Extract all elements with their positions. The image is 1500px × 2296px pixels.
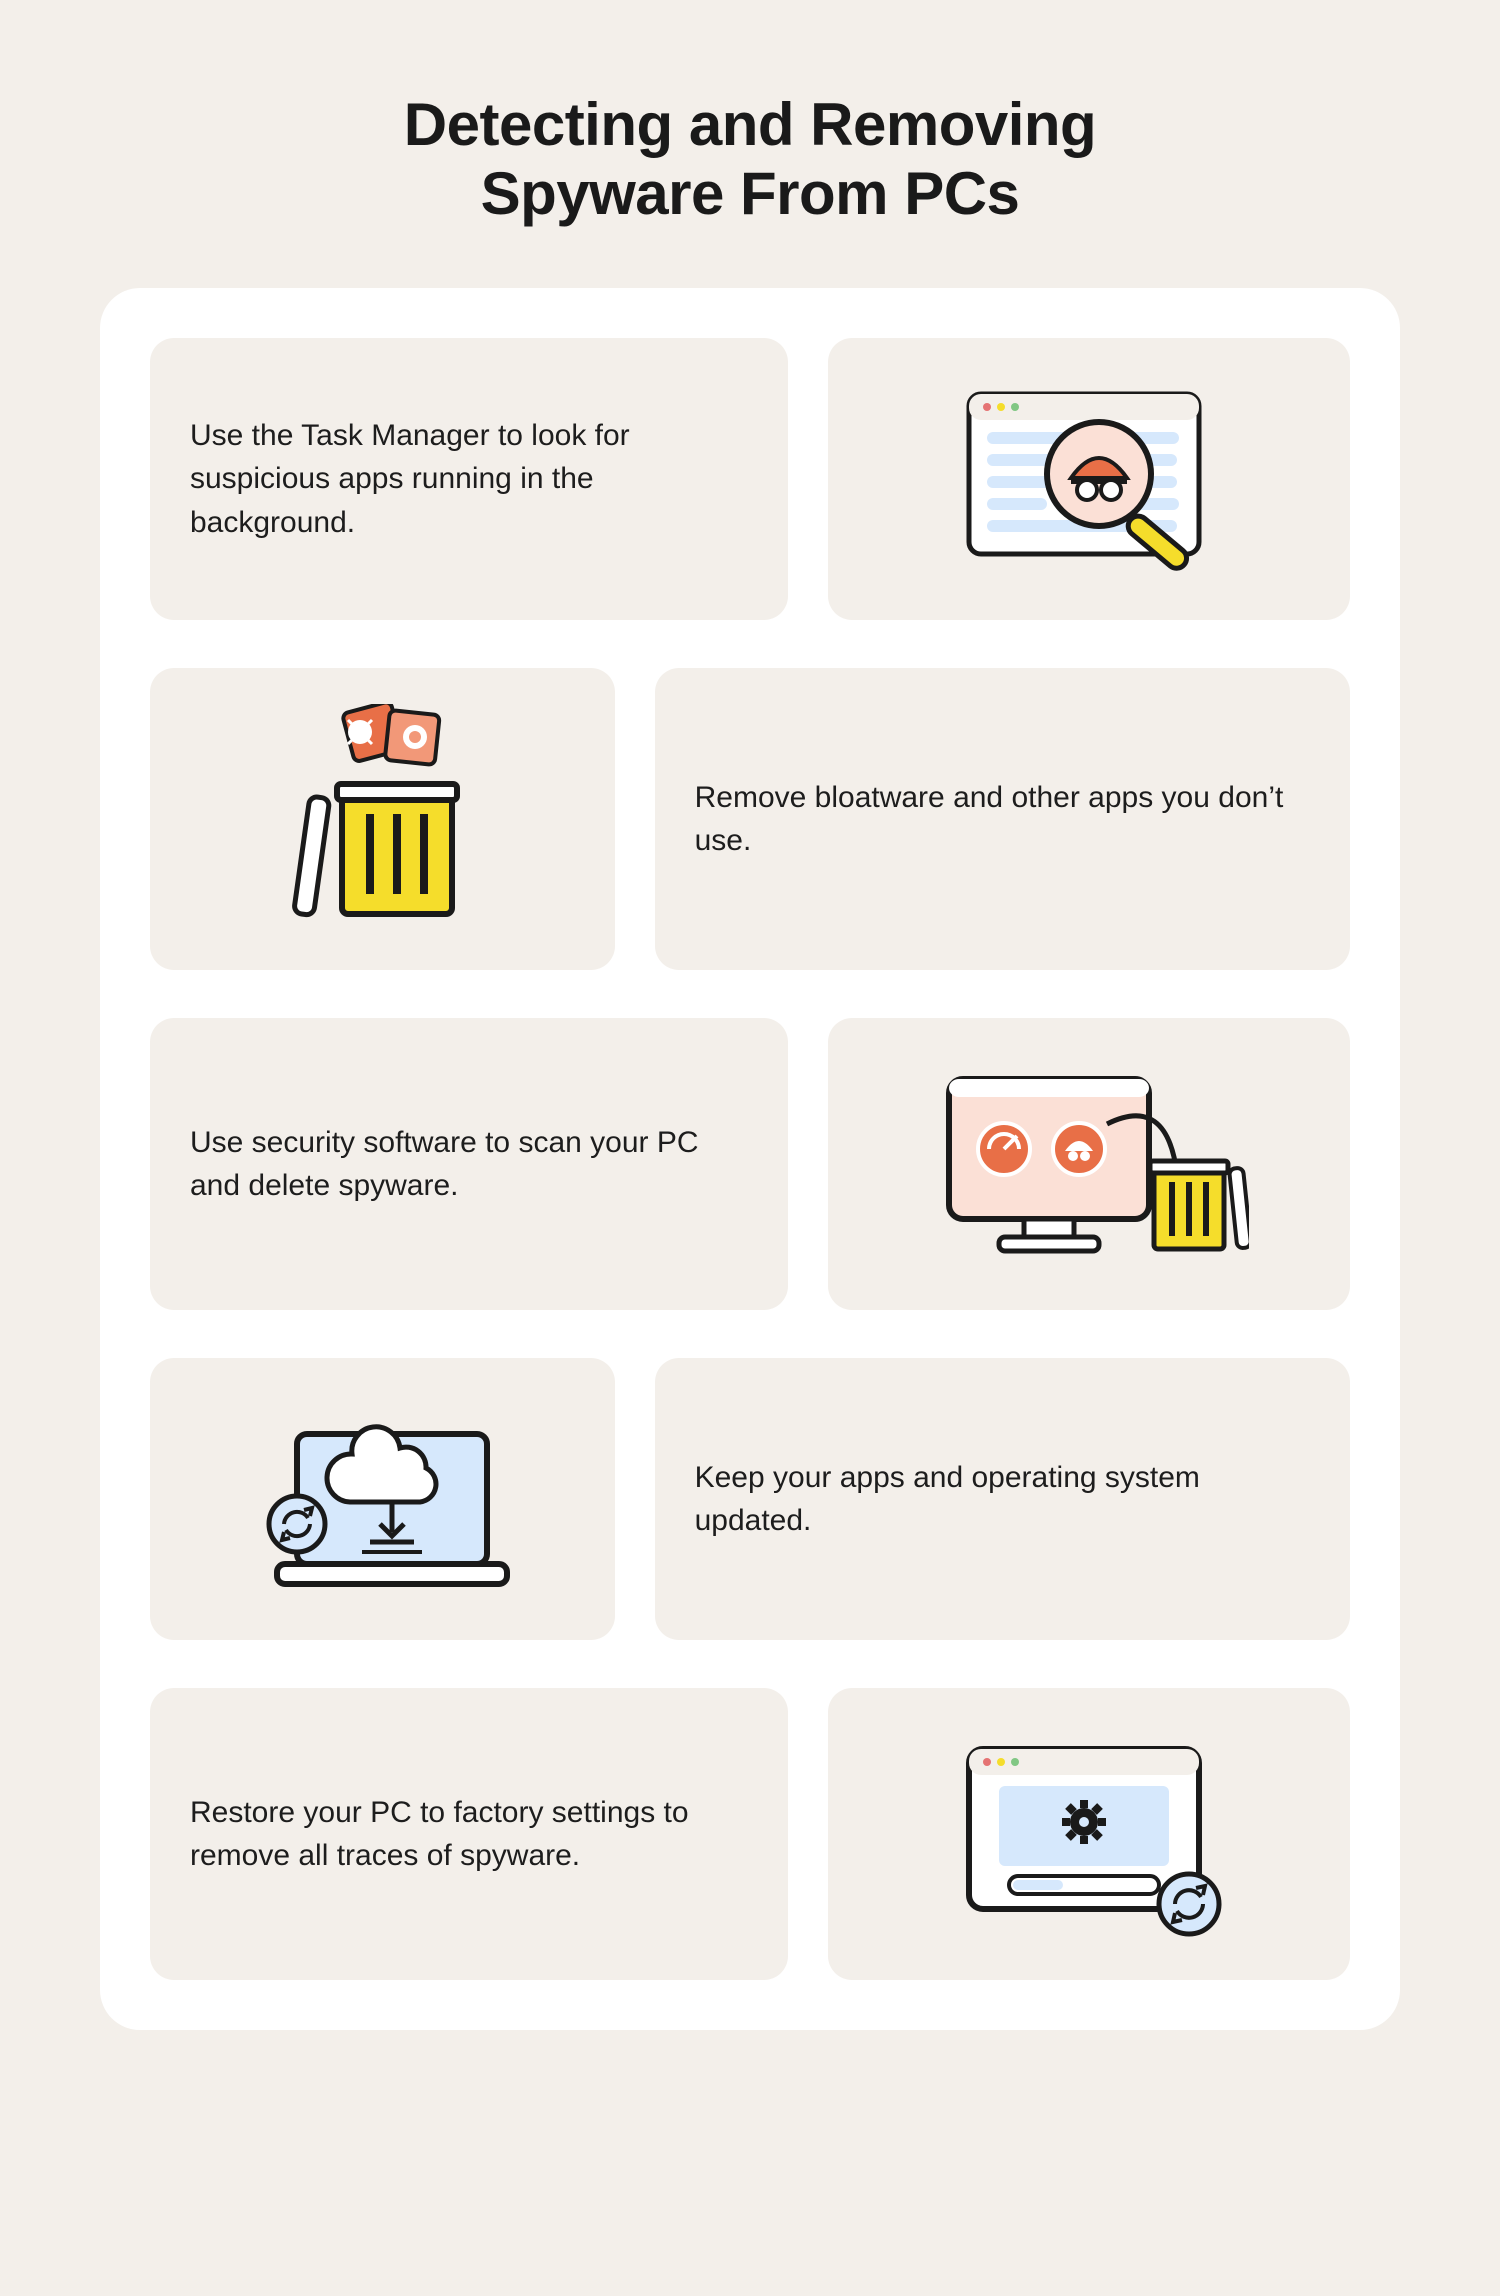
tile-image-security-scan — [828, 1018, 1350, 1310]
row-bloatware: Remove bloatware and other apps you don’… — [150, 668, 1350, 970]
row-update: Keep your apps and operating system upda… — [150, 1358, 1350, 1640]
tile-text-factory-reset: Restore your PC to factory settings to r… — [150, 1688, 788, 1980]
tile-image-task-manager — [828, 338, 1350, 620]
magnifier-spy-icon — [939, 374, 1239, 584]
tile-text-update: Keep your apps and operating system upda… — [655, 1358, 1350, 1640]
tile-text-task-manager: Use the Task Manager to look for suspici… — [150, 338, 788, 620]
tile-image-update — [150, 1358, 615, 1640]
trash-icon — [262, 704, 502, 934]
tip-text: Use the Task Manager to look for suspici… — [190, 414, 748, 545]
tile-image-factory-reset — [828, 1688, 1350, 1980]
tip-text: Restore your PC to factory settings to r… — [190, 1791, 748, 1878]
row-security-scan: Use security software to scan your PC an… — [150, 1018, 1350, 1310]
title-line-2: Spyware From PCs — [481, 160, 1020, 227]
monitor-scan-trash-icon — [929, 1054, 1249, 1274]
title-line-1: Detecting and Removing — [404, 91, 1096, 158]
page-title: Detecting and Removing Spyware From PCs — [100, 90, 1400, 228]
tip-text: Keep your apps and operating system upda… — [695, 1456, 1310, 1543]
tile-text-bloatware: Remove bloatware and other apps you don’… — [655, 668, 1350, 970]
tips-card: Use the Task Manager to look for suspici… — [100, 288, 1400, 2030]
tile-text-security-scan: Use security software to scan your PC an… — [150, 1018, 788, 1310]
tile-image-bloatware — [150, 668, 615, 970]
tip-text: Remove bloatware and other apps you don’… — [695, 776, 1310, 863]
tip-text: Use security software to scan your PC an… — [190, 1121, 748, 1208]
settings-reset-icon — [939, 1724, 1239, 1944]
row-factory-reset: Restore your PC to factory settings to r… — [150, 1688, 1350, 1980]
page: Detecting and Removing Spyware From PCs … — [0, 0, 1500, 2130]
laptop-cloud-update-icon — [242, 1394, 522, 1604]
row-task-manager: Use the Task Manager to look for suspici… — [150, 338, 1350, 620]
